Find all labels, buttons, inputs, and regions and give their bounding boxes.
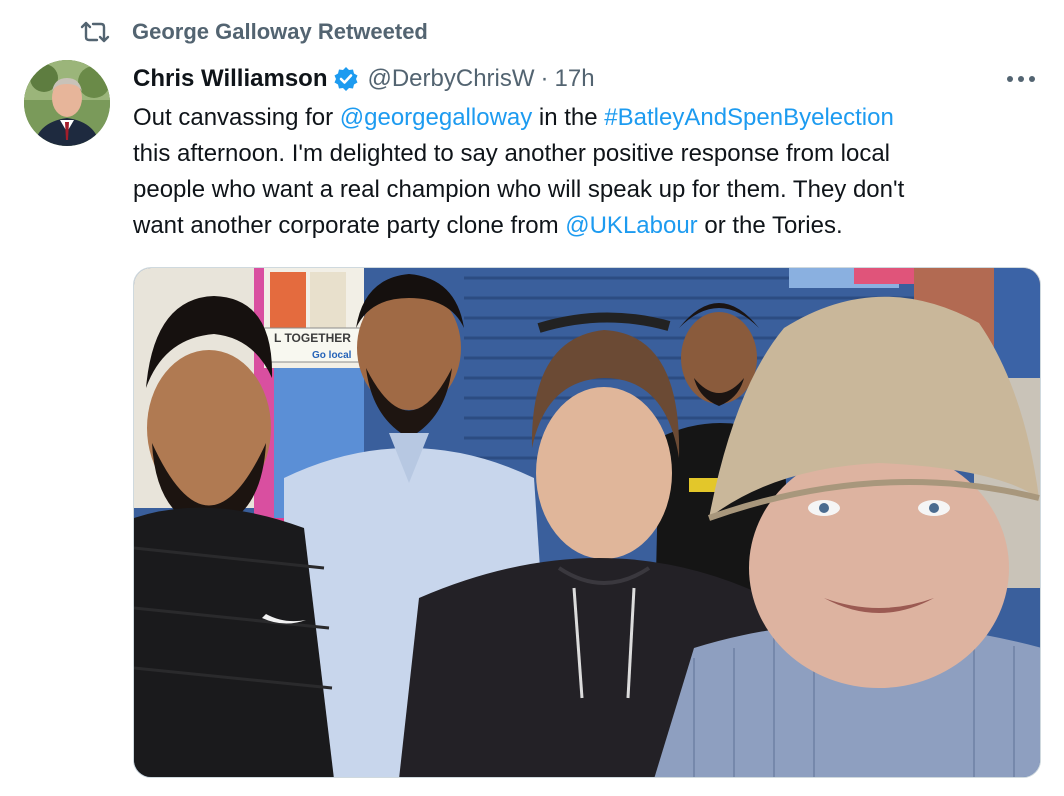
tweet-line-1: Out canvassing for @georgegalloway in th… xyxy=(133,100,1043,136)
text-segment: in the xyxy=(532,104,605,131)
tweet-timestamp[interactable]: 17h xyxy=(555,65,595,93)
tweet-line-4: want another corporate party clone from … xyxy=(133,208,1043,244)
retweet-context[interactable]: George Galloway Retweeted xyxy=(80,16,428,48)
retweet-icon xyxy=(80,17,110,47)
text-segment: or the Tories. xyxy=(697,212,843,239)
tweet-photo[interactable]: L TOGETHER Go local xyxy=(133,267,1041,778)
tweet-header: Chris Williamson @DerbyChrisW · 17h xyxy=(133,60,595,98)
more-icon xyxy=(1006,70,1036,88)
text-segment: want another corporate party clone from xyxy=(133,212,566,239)
shop-sign-text: L TOGETHER xyxy=(274,331,351,345)
text-segment: Out canvassing for xyxy=(133,104,340,131)
hashtag-link[interactable]: #BatleyAndSpenByelection xyxy=(604,104,894,131)
separator-dot: · xyxy=(540,65,549,92)
tweet-text: Out canvassing for @georgegalloway in th… xyxy=(133,100,1043,244)
retweet-label: George Galloway Retweeted xyxy=(132,19,428,44)
mention-uklabour[interactable]: @UKLabour xyxy=(565,212,697,239)
verified-badge-icon xyxy=(333,66,359,92)
tweet-line-2: this afternoon. I'm delighted to say ano… xyxy=(133,140,890,167)
tweet-line-3: people who want a real champion who will… xyxy=(133,176,905,203)
avatar[interactable] xyxy=(24,60,110,146)
shop-logo-text: Go local xyxy=(312,350,352,361)
author-handle[interactable]: @DerbyChrisW xyxy=(367,65,534,93)
more-options-button[interactable] xyxy=(1004,64,1038,94)
mention-georgegalloway[interactable]: @georgegalloway xyxy=(340,104,532,131)
author-name[interactable]: Chris Williamson xyxy=(133,65,327,93)
